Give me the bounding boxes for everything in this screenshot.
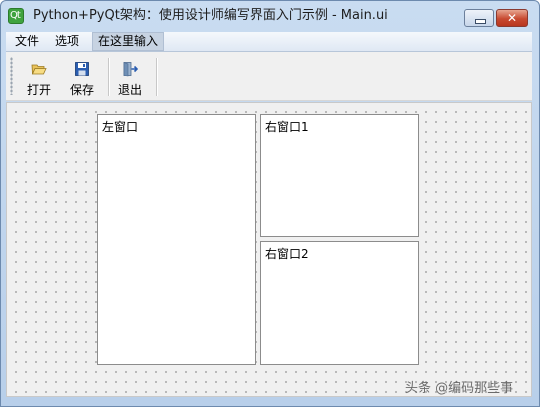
window-title: Python+PyQt架构：使用设计师编写界面入门示例 - Main.ui [33, 8, 388, 23]
right-pane-2[interactable]: 右窗口2 [260, 241, 419, 365]
close-icon: ✕ [506, 11, 518, 25]
toolbar-separator [156, 58, 158, 96]
open-label: 打开 [26, 83, 51, 97]
watermark: 头条 @编码那些事 [405, 381, 514, 396]
exit-button[interactable]: 退出 [110, 56, 150, 97]
left-pane[interactable]: 左窗口 [97, 114, 256, 365]
title-bar[interactable]: Qt Python+PyQt架构：使用设计师编写界面入门示例 - Main.ui… [1, 1, 539, 31]
right-pane-1[interactable]: 右窗口1 [260, 114, 419, 237]
toolbar: 打开 保存 退出 [6, 52, 532, 101]
folder-open-icon [31, 64, 47, 75]
exit-door-icon [123, 62, 138, 77]
minimize-icon [475, 19, 486, 24]
right-pane-2-label: 右窗口2 [265, 247, 309, 261]
menu-type-here[interactable]: 在这里输入 [92, 32, 165, 51]
minimize-button[interactable] [464, 9, 494, 27]
menu-bar: 文件 选项 在这里输入 [6, 32, 532, 52]
floppy-save-icon [75, 62, 89, 76]
exit-label: 退出 [117, 83, 142, 97]
qt-app-icon: Qt [8, 8, 24, 24]
toolbar-grip[interactable] [10, 57, 13, 95]
save-label: 保存 [69, 83, 94, 97]
menu-options[interactable]: 选项 [50, 33, 84, 50]
menu-file[interactable]: 文件 [10, 33, 44, 50]
open-button[interactable]: 打开 [19, 56, 59, 97]
close-button[interactable]: ✕ [496, 9, 528, 27]
left-pane-label: 左窗口 [102, 120, 139, 134]
save-button[interactable]: 保存 [62, 56, 102, 97]
right-pane-1-label: 右窗口1 [265, 120, 309, 134]
